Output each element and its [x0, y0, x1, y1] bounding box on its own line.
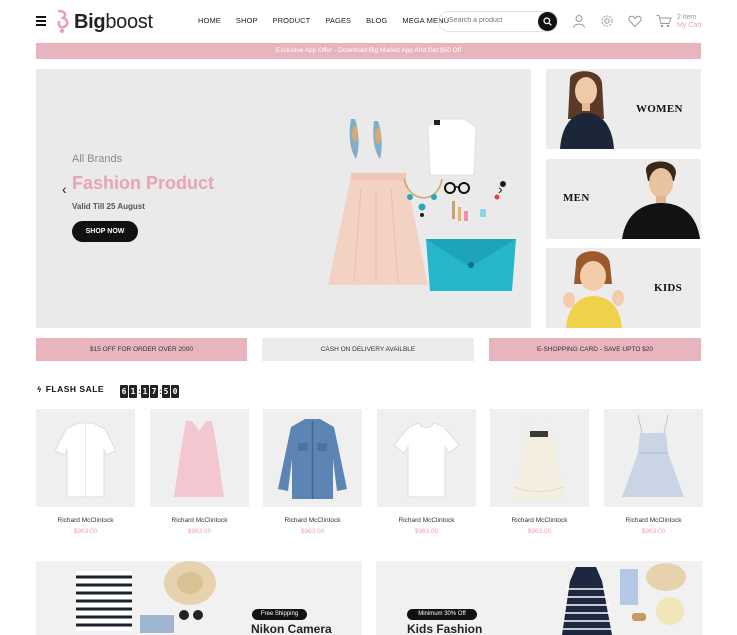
- hero-slider: ‹ › All Brands Fashion Product Valid Til…: [36, 69, 531, 328]
- banner-tag-free-shipping: Free Shipping: [252, 609, 307, 620]
- product-card[interactable]: Richard McClintock $963.00: [150, 409, 249, 535]
- promo-discount[interactable]: $15 OFF FOR ORDER OVER 2000: [36, 338, 247, 361]
- category-kids-label: KIDS: [654, 282, 683, 294]
- white-shirt-image: [54, 422, 117, 498]
- cart-count[interactable]: 2 item: [677, 14, 696, 22]
- nav-pages[interactable]: PAGES: [325, 16, 351, 25]
- product-name[interactable]: Richard McClintock: [263, 517, 362, 524]
- flash-sale-title: FLASH SALE: [45, 384, 105, 394]
- menu-icon[interactable]: [36, 16, 46, 26]
- product-name[interactable]: Richard McClintock: [604, 517, 703, 524]
- banner-kids-clothes-image: [562, 563, 686, 635]
- product-card[interactable]: Richard McClintock $963.00: [36, 409, 135, 535]
- search-input[interactable]: [449, 17, 534, 24]
- category-men[interactable]: MEN: [546, 159, 701, 239]
- product-price: $963.00: [527, 528, 552, 535]
- slider-prev-icon[interactable]: ‹: [62, 181, 67, 197]
- banner-nikon-camera[interactable]: Free Shipping Nikon Camera: [36, 561, 362, 635]
- offer-bar[interactable]: Exclusive App Offer - Download Big Marke…: [36, 43, 701, 59]
- logo[interactable]: Bigboost: [56, 8, 153, 36]
- product-name[interactable]: Richard McClintock: [150, 517, 249, 524]
- cart-label[interactable]: My Cart: [677, 22, 702, 30]
- women-model-image: [560, 71, 614, 149]
- product-price: $963.00: [300, 528, 325, 535]
- flash-sale-heading: ϟ FLASH SALE: [37, 384, 104, 394]
- denim-jacket-image: [278, 419, 347, 499]
- product-card[interactable]: Richard McClintock $963.00: [604, 409, 703, 535]
- white-tee-image: [393, 422, 460, 498]
- promo-cod[interactable]: CASH ON DELIVERY AVAILBLE: [262, 338, 474, 361]
- category-women-label: WOMEN: [636, 103, 683, 115]
- heart-icon[interactable]: [628, 14, 642, 28]
- logo-rest: boost: [105, 10, 153, 33]
- product-image[interactable]: [36, 409, 135, 507]
- hero-fashion-illustration: [328, 118, 516, 291]
- settings-icon[interactable]: [600, 14, 614, 28]
- hero-brand: All Brands: [72, 153, 123, 165]
- category-women[interactable]: WOMEN: [546, 69, 701, 149]
- product-price: $963.00: [414, 528, 439, 535]
- banner-title-kids-fashion: Kids Fashion: [407, 622, 483, 635]
- header: Bigboost HOME SHOP PRODUCT PAGES BLOG ME…: [0, 0, 737, 44]
- product-image[interactable]: [490, 409, 589, 507]
- countdown-digit: 1: [141, 385, 149, 398]
- countdown-digit: 0: [171, 385, 179, 398]
- hero-valid: Valid Till 25 August: [72, 202, 145, 211]
- cream-top-image: [512, 419, 566, 499]
- main-nav: HOME SHOP PRODUCT PAGES BLOG MEGA MENU: [198, 16, 464, 25]
- product-image[interactable]: [150, 409, 249, 507]
- kids-model-image: [563, 251, 624, 328]
- product-name[interactable]: Richard McClintock: [377, 517, 476, 524]
- promo-eshopping-card[interactable]: E-SHOPPING CARD - SAVE UPTO $20: [489, 338, 701, 361]
- product-card[interactable]: Richard McClintock $963.00: [263, 409, 362, 535]
- product-image[interactable]: [263, 409, 362, 507]
- nav-home[interactable]: HOME: [198, 16, 221, 25]
- category-kids[interactable]: KIDS: [546, 248, 701, 328]
- flash-icon: ϟ: [37, 385, 42, 394]
- search-icon: [543, 17, 552, 26]
- product-name[interactable]: Richard McClintock: [490, 517, 589, 524]
- shop-now-button[interactable]: SHOP NOW: [72, 221, 138, 242]
- nav-shop[interactable]: SHOP: [236, 16, 258, 25]
- countdown-digit: 5: [162, 385, 170, 398]
- logo-bold: Big: [74, 10, 106, 33]
- product-name[interactable]: Richard McClintock: [36, 517, 135, 524]
- countdown-digit: 6: [120, 385, 128, 398]
- nav-blog[interactable]: BLOG: [366, 16, 387, 25]
- banner-beach-items-image: [76, 561, 216, 633]
- product-card[interactable]: Richard McClintock $963.00: [490, 409, 589, 535]
- banner-title-nikon-camera: Nikon Camera: [251, 622, 332, 635]
- countdown-timer: 6 1 : 1 7 : 5 0: [120, 385, 180, 398]
- product-price: $963.00: [187, 528, 212, 535]
- user-icon[interactable]: [572, 14, 586, 28]
- blue-dress-image: [622, 414, 684, 497]
- logo-mark-icon: [57, 9, 69, 34]
- banner-kids-fashion[interactable]: Minimum 30% Off Kids Fashion: [376, 561, 702, 635]
- search-button[interactable]: [538, 12, 557, 31]
- product-image[interactable]: [377, 409, 476, 507]
- product-price: $963.00: [73, 528, 98, 535]
- banner-tag-minimum-off: Minimum 30% Off: [407, 609, 477, 620]
- countdown-digit: 7: [150, 385, 158, 398]
- product-card[interactable]: Richard McClintock $963.00: [377, 409, 476, 535]
- product-image[interactable]: [604, 409, 703, 507]
- cart-icon[interactable]: [656, 14, 672, 28]
- search-box: [438, 11, 558, 32]
- nav-product[interactable]: PRODUCT: [273, 16, 311, 25]
- category-men-label: MEN: [563, 192, 590, 204]
- product-price: $963.00: [641, 528, 666, 535]
- pink-top-image: [174, 421, 224, 497]
- hero-title: Fashion Product: [72, 173, 215, 193]
- countdown-digit: 1: [129, 385, 137, 398]
- men-model-image: [622, 161, 700, 239]
